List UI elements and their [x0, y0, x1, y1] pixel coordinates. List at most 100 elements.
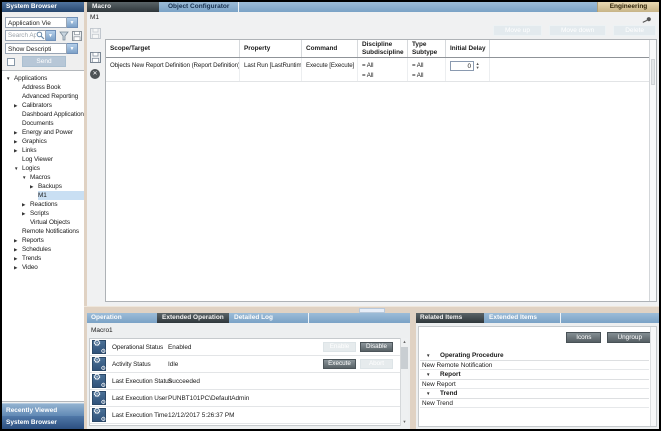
tree-item-schedules[interactable]: ▶Schedules — [2, 245, 84, 254]
filter-icon[interactable] — [59, 31, 69, 41]
expander-closed-icon[interactable]: ▶ — [14, 146, 22, 155]
spinner-down-icon[interactable]: ▼ — [474, 66, 481, 70]
collapse-icon[interactable]: ▼ — [426, 389, 430, 399]
scroll-down-icon[interactable]: ▼ — [401, 418, 408, 426]
spinner-arrows-icon[interactable]: ▲▼ — [474, 61, 481, 71]
column-header-type[interactable]: TypeSubtype — [408, 40, 446, 57]
tree-item-calibrators[interactable]: ▶Calibrators — [2, 101, 84, 110]
tree-item-macros[interactable]: ▼Macros — [2, 173, 84, 182]
tree-item-documents[interactable]: Documents — [2, 119, 84, 128]
column-header-property[interactable]: Property — [240, 40, 302, 57]
initial-delay-spinner: 0▲▼ — [450, 61, 489, 71]
search-input[interactable]: Search Appl — [5, 30, 46, 41]
move-up-button[interactable]: Move up — [493, 25, 542, 36]
expander-closed-icon[interactable]: ▶ — [30, 182, 38, 191]
pin-icon[interactable] — [642, 16, 652, 24]
table-scrollbar[interactable] — [649, 40, 656, 301]
column-header-discipline[interactable]: DisciplineSubdiscipline — [358, 40, 408, 57]
search-chevron-down-icon[interactable]: ▼ — [46, 30, 56, 41]
expander-closed-icon[interactable]: ▶ — [14, 263, 22, 272]
icons-button[interactable]: Icons — [566, 332, 601, 343]
scroll-thumb[interactable] — [401, 347, 408, 369]
send-checkbox[interactable] — [7, 58, 15, 66]
tree-item-m1[interactable]: M1 — [2, 191, 84, 200]
tree-item-energy-and-power[interactable]: ▶Energy and Power — [2, 128, 84, 137]
delete-step-icon[interactable]: ✕ — [90, 69, 100, 79]
tab-macro[interactable]: Macro — [87, 2, 159, 12]
system-browser-bar[interactable]: System Browser — [2, 416, 84, 429]
tab-object-configurator[interactable]: Object Configurator — [159, 2, 238, 12]
scroll-thumb[interactable] — [651, 59, 655, 85]
save-filter-icon[interactable] — [72, 31, 82, 41]
tree-item-address-book[interactable]: Address Book — [2, 83, 84, 92]
tree-item-reactions[interactable]: ▶Reactions — [2, 200, 84, 209]
discipline-filter-value[interactable]: = All — [362, 71, 407, 81]
expander-open-icon[interactable]: ▼ — [14, 164, 22, 173]
collapse-icon[interactable]: ▼ — [426, 351, 430, 361]
save-icon[interactable] — [90, 52, 101, 63]
expander-open-icon[interactable]: ▼ — [6, 74, 14, 83]
tree-item-links[interactable]: ▶Links — [2, 146, 84, 155]
tree-item-video[interactable]: ▶Video — [2, 263, 84, 272]
tree-item-trends[interactable]: ▶Trends — [2, 254, 84, 263]
move-down-button[interactable]: Move down — [549, 25, 606, 36]
initial-delay-input[interactable]: 0 — [450, 61, 474, 71]
send-button[interactable]: Send — [22, 56, 66, 67]
expander-closed-icon[interactable]: ▶ — [22, 200, 30, 209]
tree-item-advanced-reporting[interactable]: Advanced Reporting — [2, 92, 84, 101]
tree-item-applications[interactable]: ▼Applications — [2, 74, 84, 83]
related-scrollbar[interactable] — [650, 327, 656, 426]
operation-scrollbar[interactable]: ▲ ▼ — [400, 338, 408, 426]
discipline-filter-value[interactable]: = All — [362, 61, 407, 71]
enable-button[interactable]: Enable — [323, 342, 356, 352]
related-group-report[interactable]: ▼Report — [420, 370, 649, 380]
tree-item-reports[interactable]: ▶Reports — [2, 236, 84, 245]
table-row[interactable]: Objects New Report Definition (Report De… — [106, 58, 656, 82]
tree-item-backups[interactable]: ▶Backups — [2, 182, 84, 191]
abort-button[interactable]: Abort — [360, 359, 393, 369]
expander-closed-icon[interactable]: ▶ — [14, 128, 22, 137]
ungroup-button[interactable]: Ungroup — [607, 332, 652, 343]
expander-closed-icon[interactable]: ▶ — [14, 245, 22, 254]
tab-operation[interactable]: Operation — [87, 313, 157, 323]
view-select-chevron-down-icon[interactable]: ▼ — [67, 17, 78, 28]
scroll-up-icon[interactable]: ▲ — [401, 338, 408, 346]
tab-engineering[interactable]: Engineering — [597, 2, 659, 12]
expander-closed-icon[interactable]: ▶ — [14, 254, 22, 263]
tab-extended-operation[interactable]: Extended Operation — [157, 313, 229, 323]
delete-button[interactable]: Delete — [613, 25, 656, 36]
related-item-new-remote-notification[interactable]: New Remote Notification — [420, 361, 649, 370]
tab-extended-items[interactable]: Extended Items — [484, 313, 554, 323]
related-group-operating-procedure[interactable]: ▼Operating Procedure — [420, 351, 649, 361]
execute-button[interactable]: Execute — [323, 359, 356, 369]
show-select[interactable]: Show Descripti — [5, 43, 67, 54]
tree-item-dashboard-application[interactable]: Dashboard Application — [2, 110, 84, 119]
expander-closed-icon[interactable]: ▶ — [22, 209, 30, 218]
tree-item-graphics[interactable]: ▶Graphics — [2, 137, 84, 146]
tree-item-virtual-objects[interactable]: Virtual Objects — [2, 218, 84, 227]
type-filter-value[interactable]: = All — [412, 71, 445, 81]
column-header-initial-delay[interactable]: Initial Delay — [446, 40, 490, 57]
view-select[interactable]: Application Vie — [5, 17, 67, 28]
tree-item-logics[interactable]: ▼Logics — [2, 164, 84, 173]
disable-button[interactable]: Disable — [360, 342, 393, 352]
expander-closed-icon[interactable]: ▶ — [14, 101, 22, 110]
related-item-new-report[interactable]: New Report — [420, 380, 649, 389]
type-filter-value[interactable]: = All — [412, 61, 445, 71]
expander-closed-icon[interactable]: ▶ — [14, 236, 22, 245]
tree-item-remote-notifications[interactable]: Remote Notifications — [2, 227, 84, 236]
collapse-icon[interactable]: ▼ — [426, 370, 430, 380]
tab-related-items[interactable]: Related Items — [416, 313, 484, 323]
column-header-command[interactable]: Command — [302, 40, 358, 57]
expander-closed-icon[interactable]: ▶ — [14, 137, 22, 146]
tree-item-scripts[interactable]: ▶Scripts — [2, 209, 84, 218]
tree-item-log-viewer[interactable]: Log Viewer — [2, 155, 84, 164]
related-item-new-trend[interactable]: New Trend — [420, 399, 649, 408]
show-select-chevron-down-icon[interactable]: ▼ — [67, 43, 78, 54]
tab-detailed-log[interactable]: Detailed Log — [229, 313, 291, 323]
related-group-trend[interactable]: ▼Trend — [420, 389, 649, 399]
horizontal-splitter[interactable] — [84, 306, 659, 313]
recently-viewed-bar[interactable]: Recently Viewed — [2, 403, 84, 416]
column-header-scope-target[interactable]: Scope/Target — [106, 40, 240, 57]
expander-open-icon[interactable]: ▼ — [22, 173, 30, 182]
